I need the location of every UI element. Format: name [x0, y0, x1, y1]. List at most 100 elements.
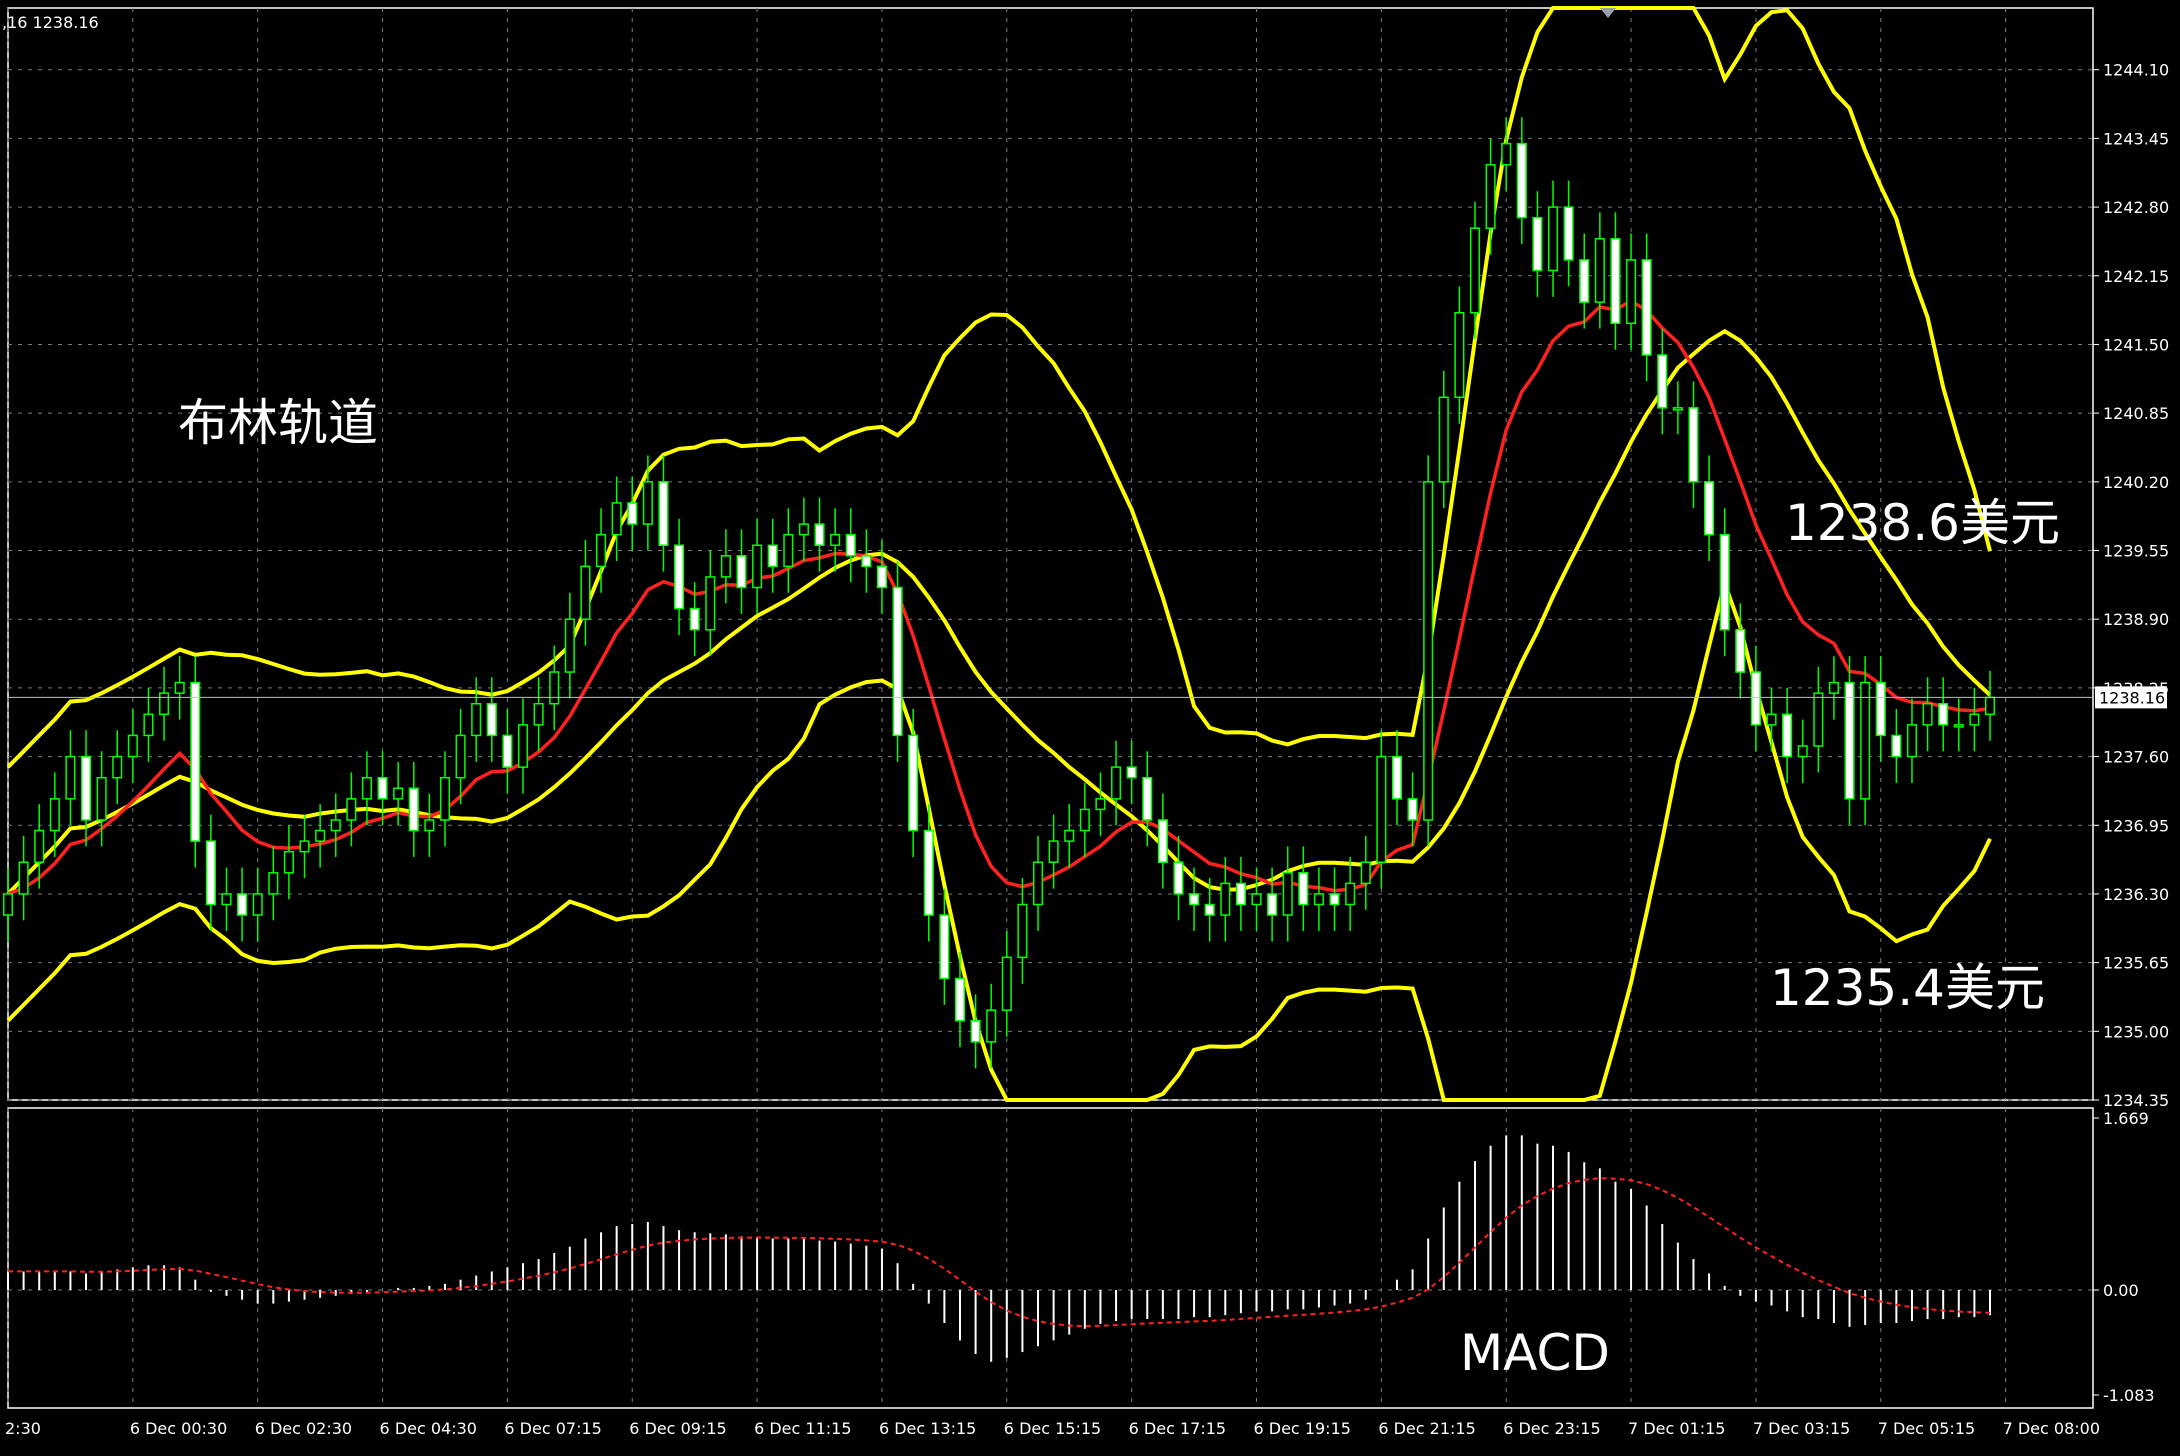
candle-body[interactable] [1657, 354, 1668, 409]
candle-body[interactable] [1251, 893, 1262, 906]
candle-body[interactable] [408, 787, 419, 832]
candle-body[interactable] [549, 671, 560, 705]
candle-body[interactable] [1391, 755, 1403, 800]
candle-body[interactable] [1095, 798, 1106, 811]
candle-body[interactable] [1048, 840, 1059, 863]
candle-body[interactable] [1313, 893, 1324, 906]
candle-body[interactable] [689, 607, 700, 631]
candle-body[interactable] [1984, 696, 1996, 716]
candle-body[interactable] [1235, 882, 1246, 906]
candle-body[interactable] [1672, 407, 1683, 411]
candle-body[interactable] [1173, 861, 1184, 895]
candle-body[interactable] [1704, 481, 1715, 536]
candle-body[interactable] [1360, 861, 1371, 885]
candle-body[interactable] [1797, 745, 1808, 758]
candle-body[interactable] [674, 544, 685, 610]
candle-body[interactable] [502, 734, 513, 768]
candle-body[interactable] [1376, 755, 1387, 863]
candle-body[interactable] [1641, 259, 1652, 356]
candle-body[interactable] [439, 776, 451, 821]
candle-body[interactable] [517, 724, 529, 768]
candle-body[interactable] [1345, 882, 1356, 906]
candle-body[interactable] [876, 565, 887, 589]
candle-body[interactable] [1922, 702, 1933, 726]
candle-body[interactable] [970, 1019, 981, 1043]
candle-body[interactable] [1688, 407, 1699, 483]
candle-body[interactable] [1875, 681, 1886, 737]
candle-body[interactable] [252, 893, 263, 916]
candle-body[interactable] [986, 1009, 997, 1043]
candle-body[interactable] [892, 586, 903, 737]
candle-body[interactable] [49, 798, 60, 832]
candle-body[interactable] [752, 544, 763, 589]
candle-body[interactable] [1017, 903, 1028, 959]
candle-body[interactable] [1813, 692, 1824, 747]
candle-body[interactable] [424, 819, 435, 832]
candle-body[interactable] [845, 533, 856, 557]
candle-body[interactable] [1594, 238, 1605, 303]
candle-body[interactable] [1454, 311, 1465, 399]
candle-body[interactable] [112, 755, 123, 779]
candle-body[interactable] [908, 734, 919, 832]
candle-body[interactable] [1735, 629, 1746, 673]
candle-body[interactable] [595, 533, 607, 568]
candle-body[interactable] [315, 829, 326, 842]
candle-body[interactable] [486, 702, 497, 737]
candle-body[interactable] [1532, 216, 1543, 272]
candle-body[interactable] [299, 840, 310, 853]
candle-body[interactable] [1953, 724, 1964, 728]
candle-body[interactable] [190, 681, 201, 842]
candle-body[interactable] [705, 576, 716, 631]
candle-body[interactable] [1329, 893, 1340, 906]
candle-body[interactable] [1032, 861, 1044, 906]
candle-body[interactable] [861, 555, 872, 568]
candle-body[interactable] [1891, 734, 1902, 758]
candle-body[interactable] [923, 829, 934, 916]
candle-body[interactable] [330, 819, 341, 832]
candle-body[interactable] [580, 565, 591, 620]
candle-body[interactable] [80, 755, 92, 821]
candle-body[interactable] [783, 533, 794, 568]
candle-body[interactable] [174, 681, 185, 694]
candle-body[interactable] [34, 829, 45, 863]
candle-body[interactable] [471, 702, 482, 737]
candle-body[interactable] [1938, 702, 1949, 726]
candle-body[interactable] [159, 692, 170, 716]
candle-body[interactable] [954, 977, 966, 1022]
candle-body[interactable] [720, 555, 731, 578]
candle-body[interactable] [361, 776, 372, 800]
candle-body[interactable] [1782, 713, 1793, 758]
candle-body[interactable] [143, 713, 154, 737]
candle-body[interactable] [18, 861, 29, 895]
candle-body[interactable] [814, 523, 825, 546]
candle-body[interactable] [939, 914, 950, 980]
candle-body[interactable] [1766, 713, 1777, 726]
candle-body[interactable] [1407, 798, 1418, 821]
candle-body[interactable] [1111, 766, 1122, 800]
candle-body[interactable] [1626, 259, 1637, 325]
candle-body[interactable] [1563, 206, 1574, 261]
candle-body[interactable] [393, 787, 404, 800]
candle-body[interactable] [1267, 893, 1278, 916]
candle-body[interactable] [1204, 903, 1215, 916]
candle-body[interactable] [283, 850, 294, 874]
candle-body[interactable] [1423, 481, 1434, 821]
candle-body[interactable] [1189, 893, 1200, 906]
candle-body[interactable] [1860, 681, 1871, 800]
candle-body[interactable] [767, 544, 778, 568]
candle-body[interactable] [1828, 681, 1839, 694]
candle-body[interactable] [1610, 238, 1621, 325]
candle-body[interactable] [1157, 819, 1168, 863]
candle-body[interactable] [1750, 671, 1761, 726]
candle-body[interactable] [564, 618, 575, 673]
candle-body[interactable] [205, 840, 216, 906]
candle-body[interactable] [65, 755, 76, 800]
candle-body[interactable] [1547, 206, 1559, 272]
candle-body[interactable] [127, 734, 138, 758]
candle-body[interactable] [1516, 142, 1527, 219]
candle-body[interactable] [1282, 872, 1293, 916]
candle-body[interactable] [611, 502, 622, 536]
candle-body[interactable] [533, 702, 544, 726]
candle-body[interactable] [377, 776, 388, 800]
candle-body[interactable] [1079, 808, 1090, 832]
